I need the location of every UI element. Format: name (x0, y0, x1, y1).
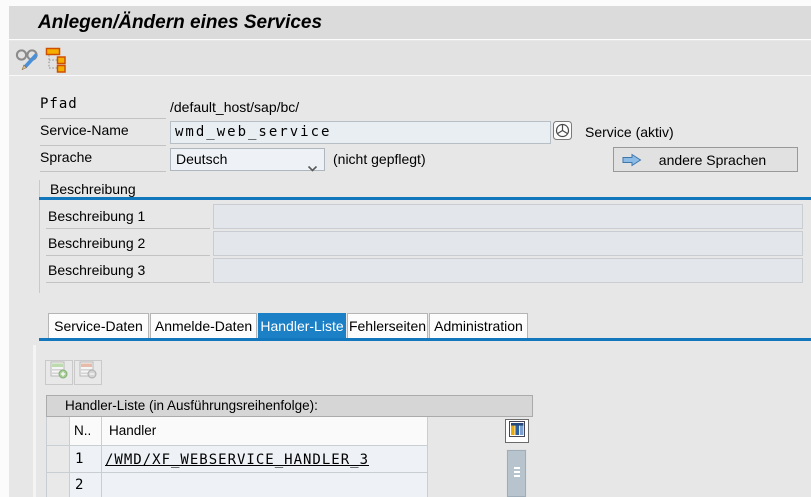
nicht-gepflegt-text: (nicht gepflegt) (333, 151, 426, 167)
display-change-button[interactable] (14, 46, 42, 73)
andere-sprachen-button[interactable]: andere Sprachen (613, 147, 798, 172)
tab-fehlerseiten[interactable]: Fehlerseiten (347, 313, 428, 338)
tab-handler-liste[interactable]: Handler-Liste (258, 313, 346, 338)
object-cube-icon (553, 121, 572, 144)
delete-row-icon (79, 361, 97, 384)
delete-row-button[interactable] (74, 360, 102, 385)
display-change-icon (14, 49, 42, 77)
andere-sprachen-label: andere Sprachen (658, 151, 767, 168)
pfad-value: /default_host/sap/bc/ (170, 99, 300, 115)
scrollbar-grip (514, 475, 520, 477)
beschreibung-1-label: Beschreibung 1 (46, 204, 210, 229)
service-name-input[interactable]: wmd_web_service (170, 121, 551, 144)
tab-anmelde-daten[interactable]: Anmelde-Daten (150, 313, 257, 338)
beschreibung-3-input[interactable] (213, 258, 803, 283)
beschreibung-section-header: Beschreibung (50, 181, 136, 197)
service-status-text: Service (aktiv) (585, 124, 674, 140)
tab-service-daten[interactable]: Service-Daten (48, 313, 149, 338)
tab-administration[interactable]: Administration (429, 313, 528, 338)
beschreibung-2-label: Beschreibung 2 (46, 231, 210, 256)
handler-table: Handler-Liste (in Ausführungsreihenfolge… (46, 395, 533, 497)
select-all-header-cell[interactable] (46, 417, 70, 446)
beschreibung-2-input[interactable] (213, 231, 803, 256)
insert-row-icon (50, 361, 68, 384)
sprache-select[interactable]: Deutsch (170, 148, 325, 172)
pfad-label: Pfad (40, 96, 166, 119)
hierarchy-icon (45, 47, 68, 77)
row-1-handler-value: /WMD/XF_WEBSERVICE_HANDLER_3 (105, 452, 370, 468)
insert-row-button[interactable] (45, 360, 73, 385)
service-name-label: Service-Name (40, 122, 166, 146)
row-2-selector[interactable] (46, 473, 70, 497)
chevron-down-icon (307, 157, 318, 178)
arrow-right-icon (622, 153, 642, 167)
beschreibung-3-label: Beschreibung 3 (46, 258, 210, 283)
column-header-n[interactable]: N.. (70, 417, 102, 446)
column-config-button[interactable] (505, 419, 529, 443)
scrollbar-thumb[interactable] (507, 450, 526, 497)
row-2-handler-input[interactable] (102, 473, 428, 497)
handler-table-title: Handler-Liste (in Ausführungsreihenfolge… (46, 395, 533, 417)
scrollbar-grip (514, 471, 520, 473)
sap-window: Anlegen/Ändern eines Services Pfad /defa… (0, 0, 811, 497)
application-toolbar (9, 41, 811, 76)
tab-panel-left-edge (33, 345, 36, 497)
scrollbar-grip (514, 467, 520, 469)
tab-underline-bar (39, 338, 811, 341)
beschreibung-1-input[interactable] (213, 204, 803, 229)
vertical-scrollbar[interactable] (506, 449, 527, 497)
column-config-icon (509, 420, 525, 442)
row-1-selector[interactable] (46, 446, 70, 473)
row-2-n: 2 (70, 473, 102, 497)
column-header-handler[interactable]: Handler (102, 417, 428, 446)
sprache-selected-value: Deutsch (176, 151, 228, 167)
object-cube-button[interactable] (553, 121, 572, 140)
beschreibung-section-underline (39, 197, 811, 200)
row-1-handler-input[interactable]: /WMD/XF_WEBSERVICE_HANDLER_3 (102, 446, 428, 473)
row-1-n: 1 (70, 446, 102, 473)
sprache-label: Sprache (40, 149, 166, 172)
page-title: Anlegen/Ändern eines Services (38, 12, 323, 33)
hierarchy-button[interactable] (45, 47, 68, 73)
